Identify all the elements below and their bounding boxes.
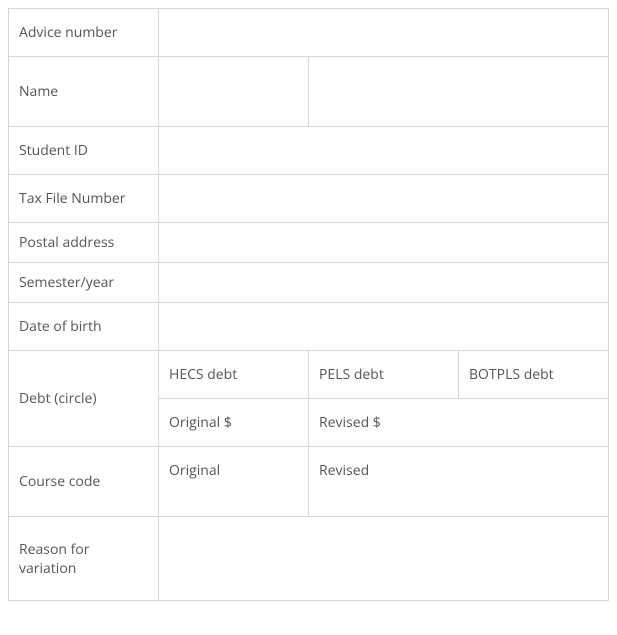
value-tfn xyxy=(159,175,609,223)
label-student-id: Student ID xyxy=(9,127,159,175)
row-reason: Reason for variation xyxy=(9,517,609,601)
value-semester-year xyxy=(159,263,609,303)
label-reason: Reason for variation xyxy=(9,517,159,601)
label-course-code: Course code xyxy=(9,447,159,517)
value-name-last xyxy=(309,57,609,127)
label-name: Name xyxy=(9,57,159,127)
option-pels-debt: PELS debt xyxy=(309,351,459,399)
row-postal-address: Postal address xyxy=(9,223,609,263)
value-postal-address xyxy=(159,223,609,263)
label-course-original: Original xyxy=(159,447,309,517)
row-debt-options: Debt (circle) HECS debt PELS debt BOTPLS… xyxy=(9,351,609,399)
row-student-id: Student ID xyxy=(9,127,609,175)
value-dob xyxy=(159,303,609,351)
option-hecs-debt: HECS debt xyxy=(159,351,309,399)
row-semester-year: Semester/year xyxy=(9,263,609,303)
value-advice-number xyxy=(159,9,609,57)
label-course-revised: Revised xyxy=(309,447,609,517)
label-postal-address: Postal address xyxy=(9,223,159,263)
value-reason xyxy=(159,517,609,601)
label-semester-year: Semester/year xyxy=(9,263,159,303)
label-tfn: Tax File Number xyxy=(9,175,159,223)
label-revised-amount: Revised $ xyxy=(309,399,609,447)
row-name: Name xyxy=(9,57,609,127)
value-name-first xyxy=(159,57,309,127)
value-student-id xyxy=(159,127,609,175)
row-course-code: Course code Original Revised xyxy=(9,447,609,517)
label-advice-number: Advice number xyxy=(9,9,159,57)
label-original-amount: Original $ xyxy=(159,399,309,447)
form-table: Advice number Name Student ID Tax File N… xyxy=(8,8,609,601)
label-dob: Date of birth xyxy=(9,303,159,351)
row-advice-number: Advice number xyxy=(9,9,609,57)
row-dob: Date of birth xyxy=(9,303,609,351)
label-debt: Debt (circle) xyxy=(9,351,159,447)
option-botpls-debt: BOTPLS debt xyxy=(459,351,609,399)
row-tfn: Tax File Number xyxy=(9,175,609,223)
